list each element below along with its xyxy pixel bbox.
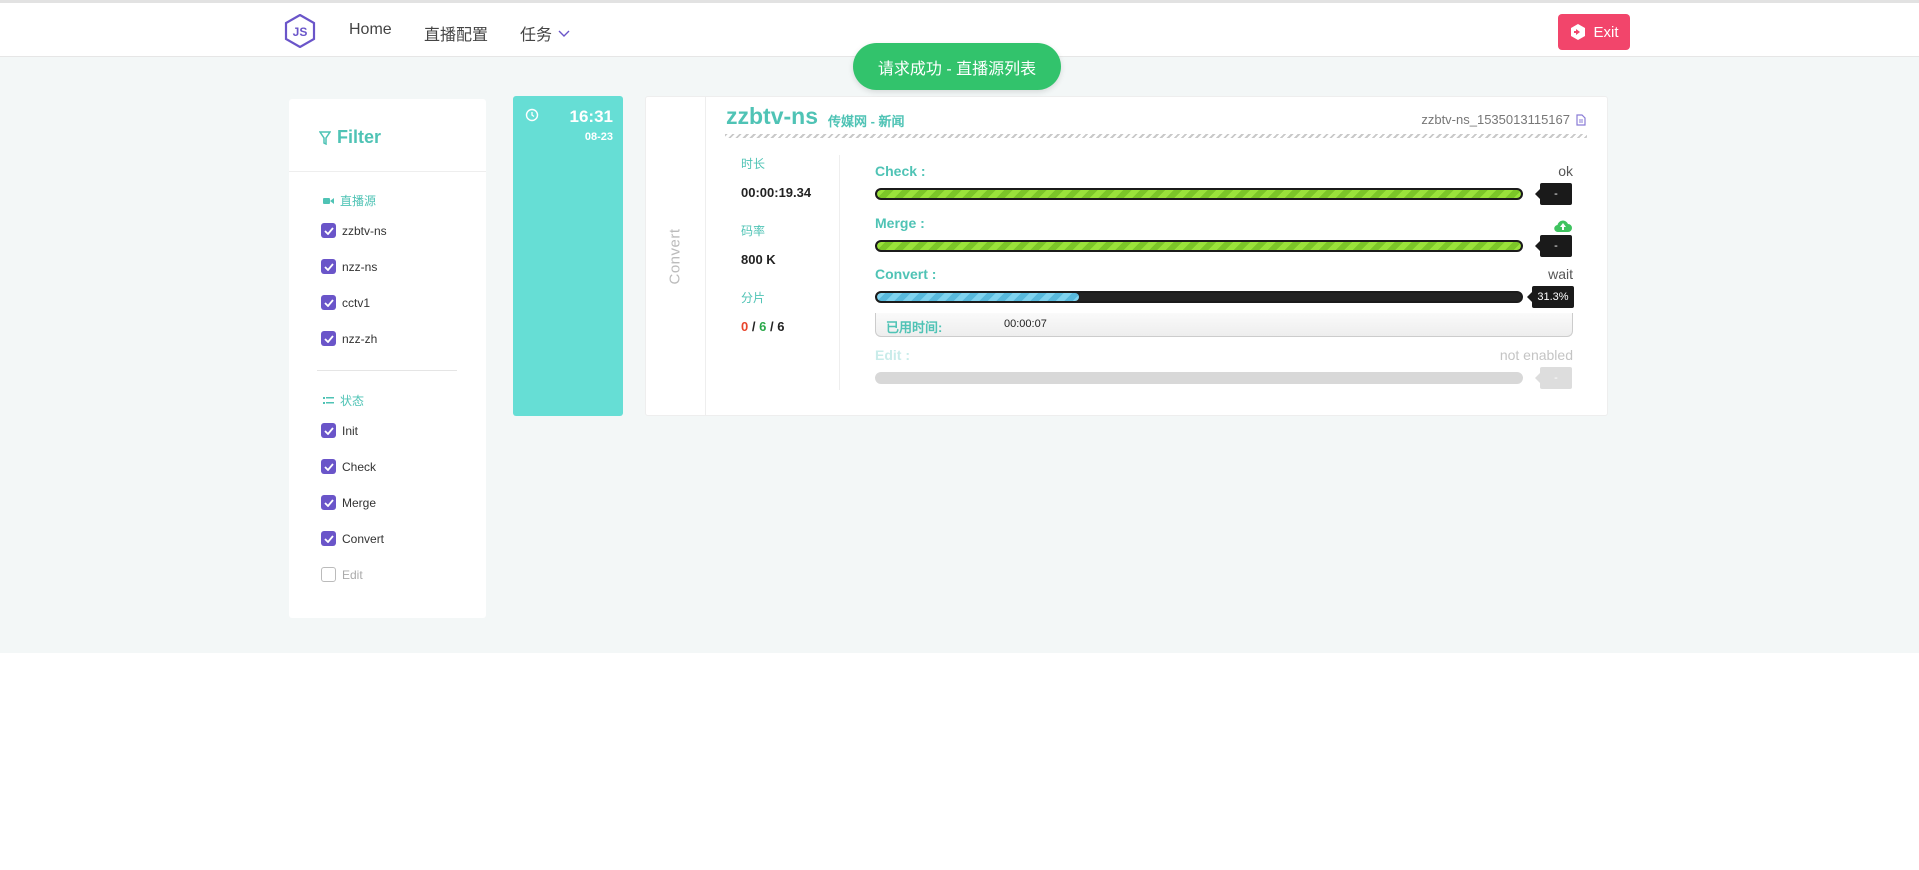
duration-value: 00:00:19.34 — [741, 185, 812, 200]
merge-progress-fill — [877, 242, 1521, 250]
video-camera-icon — [323, 197, 334, 204]
checkbox-checked-icon[interactable] — [321, 531, 336, 546]
checkbox-checked-icon[interactable] — [321, 295, 336, 310]
nodejs-logo-icon[interactable]: JS — [284, 14, 316, 48]
checkbox-checked-icon[interactable] — [321, 423, 336, 438]
convert-status: wait — [1548, 266, 1573, 282]
check-tag: - — [1535, 183, 1572, 205]
stage-label-text: Convert — [667, 227, 684, 285]
exit-icon — [1571, 24, 1586, 40]
status-section-title: 状态 — [323, 392, 364, 409]
cloud-upload-icon[interactable] — [1553, 219, 1573, 233]
checkbox-checked-icon[interactable] — [321, 331, 336, 346]
title-separator — [725, 134, 1587, 138]
divider — [317, 370, 457, 371]
status-checkbox-init[interactable]: Init — [321, 423, 358, 438]
check-progress-bar — [875, 188, 1523, 200]
check-status: ok — [1558, 163, 1573, 179]
source-checkbox-nzz-zh[interactable]: nzz-zh — [321, 331, 377, 346]
svg-text:JS: JS — [293, 25, 308, 39]
status-checkbox-merge[interactable]: Merge — [321, 495, 376, 510]
checkbox-label: Convert — [342, 531, 385, 546]
merge-progress-bar — [875, 240, 1523, 252]
checkbox-label: cctv1 — [342, 295, 371, 310]
checkbox-label: zzbtv-ns — [342, 223, 387, 238]
segments-separator: / — [769, 319, 774, 334]
nav-tasks-dropdown[interactable]: 任务 — [520, 21, 570, 45]
check-progress-fill — [877, 190, 1521, 198]
segments-total: 6 — [777, 319, 785, 334]
status-checkbox-edit[interactable]: Edit — [321, 567, 363, 582]
nav-tasks-label: 任务 — [520, 27, 553, 44]
edit-status: not enabled — [1499, 347, 1573, 363]
task-time: 16:31 — [569, 107, 613, 126]
nav-home[interactable]: Home — [349, 21, 392, 39]
sources-title-text: 直播源 — [340, 194, 377, 208]
task-time-card[interactable]: 16:31 08-23 — [513, 96, 623, 416]
checkbox-checked-icon[interactable] — [321, 259, 336, 274]
filter-icon — [319, 130, 331, 145]
divider — [289, 171, 486, 172]
bitrate-label: 码率 — [741, 224, 766, 238]
stage-label: Convert — [646, 97, 706, 415]
task-id: zzbtv-ns_1535013115167 — [1421, 112, 1586, 127]
filter-title: Filter — [319, 127, 381, 148]
status-checkbox-convert[interactable]: Convert — [321, 531, 384, 546]
checkbox-unchecked-icon[interactable] — [321, 567, 336, 582]
merge-label: Merge : — [875, 215, 925, 231]
segments-separator: / — [751, 319, 756, 334]
convert-progress-bar — [875, 291, 1523, 303]
check-label: Check : — [875, 163, 926, 179]
bitrate-value: 800 K — [741, 252, 776, 267]
task-id-text: zzbtv-ns_1535013115167 — [1421, 112, 1570, 127]
copy-file-icon[interactable] — [1576, 113, 1586, 126]
source-checkbox-nzz-ns[interactable]: nzz-ns — [321, 259, 377, 274]
checkbox-label: Merge — [342, 495, 377, 510]
elapsed-label: 已用时间: — [886, 320, 943, 335]
clock-icon — [525, 108, 539, 122]
source-checkbox-cctv1[interactable]: cctv1 — [321, 295, 370, 310]
success-toast: 请求成功 - 直播源列表 — [853, 43, 1061, 90]
exit-label: Exit — [1593, 23, 1619, 41]
filter-panel: Filter 直播源 zzbtv-ns nzz-ns cctv1 nzz-zh … — [289, 99, 486, 618]
segments-value: 0 / 6 / 6 — [741, 319, 841, 334]
edit-label: Edit : — [875, 347, 910, 363]
task-date: 08-23 — [584, 131, 613, 143]
status-checkbox-check[interactable]: Check — [321, 459, 376, 474]
task-subtitle: 传媒网 - 新闻 — [828, 114, 905, 129]
convert-percent-tag: 31.3% — [1527, 286, 1574, 308]
exit-button[interactable]: Exit — [1558, 14, 1630, 50]
convert-elapsed-panel: 已用时间: 00:00:07 — [875, 313, 1573, 337]
filter-title-text: Filter — [337, 127, 382, 147]
checkbox-label: Edit — [342, 567, 363, 582]
segments-done: 6 — [759, 319, 767, 334]
merge-tag: - — [1535, 235, 1572, 257]
task-stats: 时长 00:00:19.34 码率 800 K 分片 0 / 6 / 6 — [741, 155, 841, 334]
task-detail-card: Convert zzbtv-ns 传媒网 - 新闻 zzbtv-ns_15350… — [645, 96, 1608, 416]
segments-failed: 0 — [741, 319, 749, 334]
checkbox-checked-icon[interactable] — [321, 223, 336, 238]
task-name: zzbtv-ns — [726, 103, 818, 129]
divider — [839, 155, 840, 390]
checkbox-label: nzz-ns — [342, 259, 378, 274]
elapsed-value: 00:00:07 — [1004, 318, 1047, 330]
edit-tag: - — [1535, 367, 1572, 389]
checkbox-label: Init — [342, 423, 359, 438]
source-checkbox-zzbtv-ns[interactable]: zzbtv-ns — [321, 223, 387, 238]
list-icon — [323, 397, 334, 404]
chevron-down-icon — [558, 30, 570, 37]
segments-label: 分片 — [741, 291, 766, 305]
checkbox-label: nzz-zh — [342, 331, 378, 346]
edit-progress-bar — [875, 372, 1523, 384]
checkbox-label: Check — [342, 459, 377, 474]
checkbox-checked-icon[interactable] — [321, 459, 336, 474]
checkbox-checked-icon[interactable] — [321, 495, 336, 510]
nav-live-config[interactable]: 直播配置 — [424, 21, 488, 45]
duration-label: 时长 — [741, 157, 766, 171]
convert-progress-fill — [877, 293, 1079, 301]
status-title-text: 状态 — [340, 394, 365, 408]
convert-label: Convert : — [875, 266, 937, 282]
sources-section-title: 直播源 — [323, 192, 376, 209]
